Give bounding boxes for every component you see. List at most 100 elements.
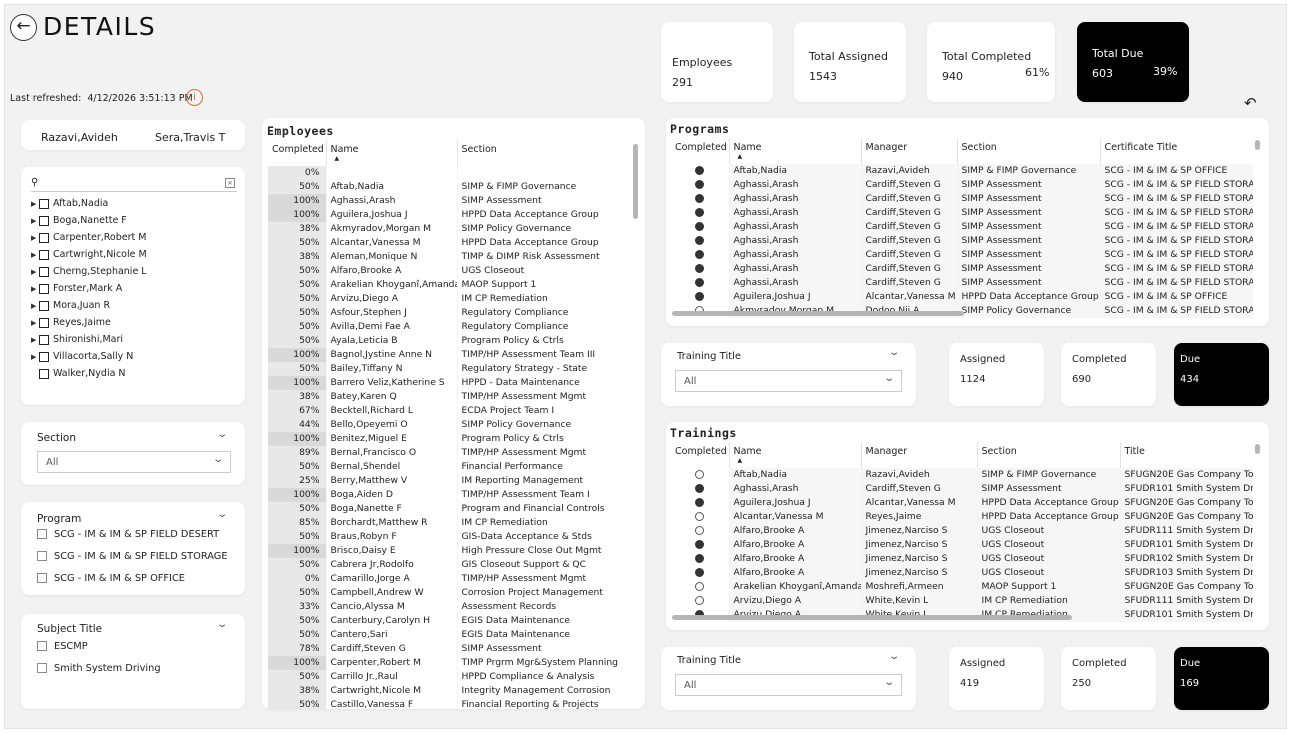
table-row[interactable]: Aghassi,Arash Cardiff,Steven G SIMP Assess…	[671, 178, 1253, 192]
expand-arrow-icon[interactable]: ▶	[31, 281, 39, 298]
table-row[interactable]: Alcantar,Vanessa M Reyes,Jaime HPPD Data A…	[671, 510, 1253, 524]
tree-item[interactable]: ▶ Reyes,Jaime	[31, 314, 111, 331]
table-row[interactable]: 67% Becktell,Richard L ECDA Project Team I	[268, 404, 618, 418]
table-row[interactable]: 100% Boga,Aiden D TIMP/HP Assessment Team …	[268, 488, 618, 502]
column-header[interactable]: Name ▲	[728, 138, 861, 164]
table-row[interactable]: 50% Bailey,Tiffany N Regulatory Strategy -…	[268, 362, 618, 376]
table-row[interactable]: Aghassi,Arash Cardiff,Steven G SIMP Assess…	[671, 220, 1253, 234]
table-row[interactable]: 50% Campbell,Andrew W Corrosion Project Ma…	[268, 586, 618, 600]
program-option[interactable]: SCG - IM & IM & SP OFFICE	[37, 573, 185, 584]
checkbox[interactable]	[37, 663, 47, 673]
checkbox[interactable]	[39, 300, 49, 311]
table-row[interactable]: 50% Ayala,Leticia B Program Policy & Ctrls	[268, 334, 618, 348]
subject-option[interactable]: ESCMP	[37, 641, 88, 652]
table-row[interactable]: Aghassi,Arash Cardiff,Steven G SIMP Assess…	[671, 276, 1253, 290]
checkbox[interactable]	[37, 573, 47, 583]
table-row[interactable]: 25% Berry,Matthew V IM Reporting Managemen…	[268, 474, 618, 488]
horizontal-scrollbar[interactable]	[672, 615, 1072, 620]
checkbox[interactable]	[39, 232, 49, 243]
table-row[interactable]: 100% Aguilera,Joshua J HPPD Data Acceptanc…	[268, 208, 618, 222]
tree-item[interactable]: ▶ Carpenter,Robert M	[31, 229, 146, 246]
column-header[interactable]: Manager	[860, 138, 957, 164]
table-row[interactable]: 100% Carpenter,Robert M TIMP Prgrm Mgr&Sys…	[268, 656, 618, 670]
chevron-down-icon[interactable]: ⌄	[888, 651, 900, 662]
chevron-down-icon[interactable]: ⌄	[888, 347, 900, 358]
table-row[interactable]: 50% Canterbury,Carolyn H EGIS Data Mainten…	[268, 614, 618, 628]
checkbox[interactable]	[39, 334, 49, 345]
table-row[interactable]: Aghassi,Arash Cardiff,Steven G SIMP Assess…	[671, 482, 1253, 496]
tree-item[interactable]: ▶ Boga,Nanette F	[31, 212, 127, 229]
tree-item[interactable]: ▶ Villacorta,Sally N	[31, 348, 133, 365]
column-header[interactable]: Completed	[671, 138, 729, 164]
checkbox[interactable]	[39, 317, 49, 328]
table-row[interactable]: 78% Cardiff,Steven G SIMP Assessment	[268, 642, 618, 656]
table-row[interactable]: Aftab,Nadia Razavi,Avideh SIMP & FIMP Gove…	[671, 164, 1253, 178]
subject-option[interactable]: Smith System Driving	[37, 663, 161, 674]
chevron-down-icon[interactable]: ⌄	[216, 619, 228, 630]
table-row[interactable]: 50% Bernal,Shendel Financial Performance	[268, 460, 618, 474]
chevron-down-icon[interactable]: ⌄	[216, 429, 228, 440]
table-row[interactable]: Arvizu,Diego AWhite,Kevin LIM CP Remedia…	[671, 594, 1253, 608]
table-row[interactable]: 50% Cabrera Jr,Rodolfo GIS Closeout Suppor…	[268, 558, 618, 572]
table-row[interactable]: Aghassi,Arash Cardiff,Steven G SIMP Assess…	[671, 262, 1253, 276]
chevron-down-icon[interactable]: ⌄	[216, 509, 228, 520]
column-header[interactable]: Certificate Title	[1099, 138, 1253, 164]
checkbox[interactable]	[39, 266, 49, 277]
table-row[interactable]: Aghassi,Arash Cardiff,Steven G SIMP Assess…	[671, 248, 1253, 262]
tree-item[interactable]: ▶ Shironishi,Mari	[31, 331, 123, 348]
training-title-dropdown[interactable]: All ⌄	[675, 674, 902, 696]
column-header[interactable]: Section	[976, 442, 1120, 468]
manager-option[interactable]: Razavi,Avideh	[41, 131, 118, 144]
vertical-scrollbar[interactable]	[1255, 444, 1260, 454]
column-header[interactable]: Name ▲	[325, 140, 457, 166]
checkbox[interactable]	[39, 198, 49, 209]
table-row[interactable]: 38% Akmyradov,Morgan M SIMP Policy Governa…	[268, 222, 618, 236]
expand-arrow-icon[interactable]: ▶	[31, 349, 39, 366]
tree-item[interactable]: ▶ Cherng,Stephanie L	[31, 263, 147, 280]
checkbox[interactable]	[37, 641, 47, 651]
table-row[interactable]: Alfaro,Brooke A Jimenez,Narciso S UGS Clos…	[671, 552, 1253, 566]
training-title-dropdown[interactable]: All ⌄	[675, 370, 902, 392]
table-row[interactable]: 33% Cancio,Alyssa M Assessment Records	[268, 600, 618, 614]
table-row[interactable]: 50% Boga,Nanette F Program and Financial C…	[268, 502, 618, 516]
horizontal-scrollbar[interactable]	[672, 311, 964, 316]
column-header[interactable]: Manager	[860, 442, 977, 468]
checkbox[interactable]	[37, 551, 47, 561]
table-row[interactable]: Aftab,Nadia Razavi,Avideh SIMP & FIMP Gove…	[671, 468, 1253, 482]
table-row[interactable]: Aguilera,Joshua J Alcantar,Vanessa M HPPD …	[671, 496, 1253, 510]
table-row[interactable]: 50% Carrillo Jr.,Raul HPPD Compliance & An…	[268, 670, 618, 684]
table-row[interactable]: Alfaro,Brooke A Jimenez,Narciso S UGS Clos…	[671, 566, 1253, 580]
table-row[interactable]: 100% Bagnol,Jystine Anne N TIMP/HP Assessm…	[268, 348, 618, 362]
table-row[interactable]: 100% Brisco,Daisy E High Pressure Close Ou…	[268, 544, 618, 558]
checkbox[interactable]	[37, 529, 47, 539]
table-row[interactable]: 50% Aftab,Nadia SIMP & FIMP Governance	[268, 180, 618, 194]
table-row[interactable]: 38% Batey,Karen Q TIMP/HP Assessment Mgmt	[268, 390, 618, 404]
expand-arrow-icon[interactable]: ▶	[31, 247, 39, 264]
checkbox[interactable]	[39, 368, 49, 379]
column-header[interactable]: Section	[456, 140, 618, 166]
table-row[interactable]: 50% Alfaro,Brooke A UGS Closeout	[268, 264, 618, 278]
table-row[interactable]: 50% Alcantar,Vanessa M HPPD Data Acceptanc…	[268, 236, 618, 250]
info-icon[interactable]: i	[186, 89, 203, 106]
vertical-scrollbar[interactable]	[1255, 140, 1260, 150]
vertical-scrollbar[interactable]	[633, 144, 638, 219]
tree-item[interactable]: ▶ Aftab,Nadia	[31, 195, 108, 212]
table-row[interactable]: Aghassi,Arash Cardiff,Steven G SIMP Assess…	[671, 206, 1253, 220]
tree-item[interactable]: ▶ Mora,Juan R	[31, 297, 110, 314]
manager-option[interactable]: Sera,Travis T	[155, 131, 225, 144]
section-dropdown[interactable]: All ⌄	[37, 451, 231, 473]
table-row[interactable]: Aguilera,Joshua J Alcantar,Vanessa M HPPD …	[671, 290, 1253, 304]
column-header[interactable]: Completed	[268, 140, 326, 166]
table-row[interactable]: 50% Braus,Robyn F GIS-Data Acceptance & St…	[268, 530, 618, 544]
expand-arrow-icon[interactable]: ▶	[31, 298, 39, 315]
table-row[interactable]: 50% Cantero,Sari EGIS Data Maintenance	[268, 628, 618, 642]
table-row[interactable]: 100% Barrero Veliz,Katherine S HPPD - Data…	[268, 376, 618, 390]
table-row[interactable]: 44% Bello,Opeyemi O SIMP Policy Governance	[268, 418, 618, 432]
table-row[interactable]: 38% Aleman,Monique N TIMP & DIMP Risk Asse…	[268, 250, 618, 264]
column-header[interactable]: Completed	[671, 442, 729, 468]
expand-arrow-icon[interactable]: ▶	[31, 315, 39, 332]
table-row[interactable]: Alfaro,Brooke A Jimenez,Narciso S UGS Clos…	[671, 538, 1253, 552]
table-row[interactable]: 100% Aghassi,Arash SIMP Assessment	[268, 194, 618, 208]
table-row[interactable]: 0%	[268, 166, 618, 180]
table-row[interactable]: 50% Asfour,Stephen J Regulatory Compliance	[268, 306, 618, 320]
